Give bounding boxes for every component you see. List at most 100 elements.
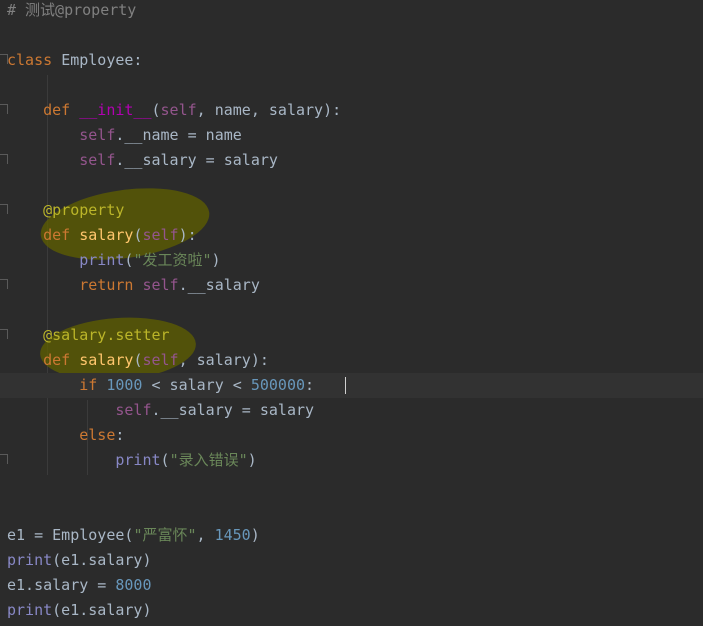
code-token: "发工资啦" — [133, 251, 212, 269]
code-line-text: @salary.setter — [7, 323, 170, 348]
code-token: , — [196, 526, 215, 544]
code-token: def — [43, 226, 80, 244]
code-token: print — [115, 451, 161, 469]
code-line-text: class Employee: — [7, 48, 142, 73]
code-token: self — [142, 351, 179, 369]
code-token: salary — [79, 351, 134, 369]
code-line[interactable]: print("录入错误") — [0, 448, 703, 473]
code-token: Employee: — [61, 51, 143, 69]
code-token: (e1.salary) — [52, 601, 152, 619]
code-token: print — [7, 551, 53, 569]
code-token: 1450 — [214, 526, 251, 544]
code-line-text: print(e1.salary) — [7, 598, 152, 623]
code-line[interactable]: print(e1.salary) — [0, 548, 703, 573]
code-token: .__salary = salary — [115, 151, 278, 169]
code-token: e1 = Employee( — [7, 526, 134, 544]
code-line[interactable]: self.__salary = salary — [0, 398, 703, 423]
code-line-text: print("录入错误") — [7, 448, 257, 473]
code-line[interactable]: def __init__(self, name, salary): — [0, 98, 703, 123]
code-line[interactable]: # 测试@property — [0, 0, 703, 23]
code-token: 500000 — [250, 376, 306, 394]
code-token: 8000 — [115, 576, 152, 594]
code-token: .__name = name — [115, 126, 242, 144]
code-token: print — [7, 601, 53, 619]
code-line-text: @property — [7, 198, 124, 223]
code-line-text: return self.__salary — [7, 273, 260, 298]
code-line-text: e1 = Employee("严富怀", 1450) — [7, 523, 260, 548]
code-token: self — [142, 226, 179, 244]
code-token: .__salary = salary — [151, 401, 315, 419]
code-line-text: def __init__(self, name, salary): — [7, 98, 341, 123]
code-token: e1.salary = — [7, 576, 116, 594]
code-token: salary — [79, 226, 134, 244]
code-line[interactable]: class Employee: — [0, 48, 703, 73]
code-line[interactable] — [0, 298, 703, 323]
code-line-text: def salary(self, salary): — [7, 348, 269, 373]
code-line[interactable]: def salary(self): — [0, 223, 703, 248]
code-line[interactable]: @salary.setter — [0, 323, 703, 348]
code-token: self — [142, 276, 179, 294]
code-line-text: e1.salary = 8000 — [7, 573, 152, 598]
code-token: self — [79, 126, 116, 144]
code-token: ) — [247, 451, 257, 469]
code-token: class — [7, 51, 62, 69]
code-token: , salary): — [178, 351, 269, 369]
code-editor[interactable]: # 测试@property class Employee: def __init_… — [0, 0, 703, 626]
code-line[interactable]: @property — [0, 198, 703, 223]
code-token: .__salary — [178, 276, 260, 294]
code-token: ( — [160, 451, 170, 469]
code-token: # 测试@property — [7, 1, 137, 19]
code-token: print — [79, 251, 125, 269]
code-token: 1000 — [106, 376, 143, 394]
code-token: return — [79, 276, 143, 294]
code-token: def — [43, 101, 80, 119]
code-token: __init__ — [79, 101, 152, 119]
code-token: @property — [43, 201, 125, 219]
code-line[interactable]: def salary(self, salary): — [0, 348, 703, 373]
code-token: (e1.salary) — [52, 551, 152, 569]
code-line[interactable]: e1.salary = 8000 — [0, 573, 703, 598]
code-token: else — [79, 426, 116, 444]
code-line[interactable]: e1 = Employee("严富怀", 1450) — [0, 523, 703, 548]
code-token: ( — [151, 101, 161, 119]
code-line[interactable]: if 1000 < salary < 500000: — [0, 373, 703, 398]
code-line[interactable]: else: — [0, 423, 703, 448]
code-line[interactable] — [0, 173, 703, 198]
code-line[interactable] — [0, 473, 703, 498]
code-token: ): — [178, 226, 197, 244]
code-token: @salary.setter — [43, 326, 170, 344]
code-token: : — [305, 376, 315, 394]
code-line[interactable]: return self.__salary — [0, 273, 703, 298]
code-token: self — [115, 401, 152, 419]
code-token: if — [79, 376, 107, 394]
code-line-text: print(e1.salary) — [7, 548, 152, 573]
text-caret — [345, 377, 346, 394]
code-token: ) — [250, 526, 260, 544]
code-token: self — [79, 151, 116, 169]
code-line[interactable]: self.__salary = salary — [0, 148, 703, 173]
code-token: ) — [211, 251, 221, 269]
code-line-text: else: — [7, 423, 124, 448]
code-line-text: if 1000 < salary < 500000: — [7, 373, 314, 398]
code-line[interactable] — [0, 73, 703, 98]
code-line[interactable] — [0, 23, 703, 48]
code-line-text: self.__salary = salary — [7, 148, 278, 173]
code-token: self — [160, 101, 197, 119]
code-line[interactable]: print(e1.salary) — [0, 598, 703, 623]
code-line[interactable] — [0, 498, 703, 523]
code-line[interactable]: self.__name = name — [0, 123, 703, 148]
code-token: < salary < — [142, 376, 251, 394]
code-line[interactable]: print("发工资啦") — [0, 248, 703, 273]
code-token: : — [115, 426, 125, 444]
